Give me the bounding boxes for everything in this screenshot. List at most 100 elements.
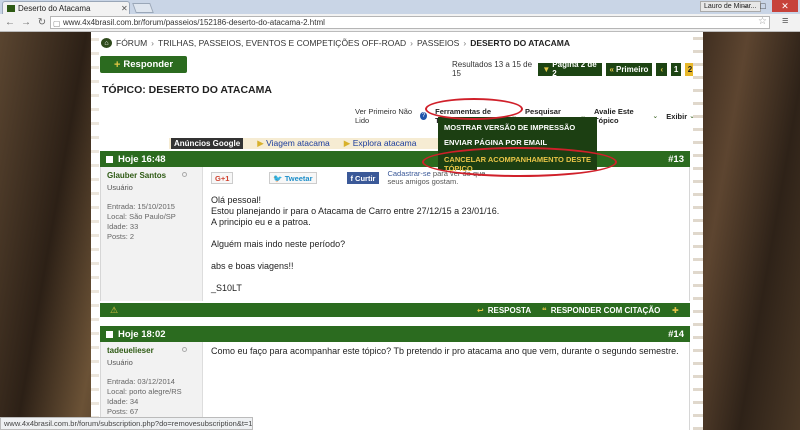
chevron-down-icon: ▼ xyxy=(542,64,551,74)
annotation-circle xyxy=(422,147,617,177)
author-posts: Posts: 2 xyxy=(107,232,135,241)
post-number[interactable]: #13 xyxy=(668,154,684,165)
twitter-bird-icon: 🐦 xyxy=(273,173,283,183)
first-page-label: Primeiro xyxy=(615,64,649,74)
back-icon[interactable]: ← xyxy=(4,17,16,28)
browser-tab[interactable]: Deserto do Atacama ✕ xyxy=(2,1,130,14)
tab-title: Deserto do Atacama xyxy=(18,3,91,13)
reply-button[interactable]: + Responder xyxy=(100,56,187,73)
breadcrumb-forum[interactable]: FÓRUM xyxy=(116,38,147,48)
plus-icon: + xyxy=(113,58,121,71)
first-page-button[interactable]: « Primeiro xyxy=(605,62,653,76)
tweet-button[interactable]: 🐦 Tweetar xyxy=(269,172,317,184)
page-selector[interactable]: ▼ Página 2 de 2 xyxy=(538,60,602,78)
bookmark-star-icon[interactable]: ☆ xyxy=(758,16,767,27)
pagination: Resultados 13 a 15 de 15 ▼ Página 2 de 2… xyxy=(452,60,695,78)
annotation-circle xyxy=(425,98,523,120)
message-line: A principio eu e a patroa. xyxy=(211,217,311,227)
page-2-current: 2 xyxy=(685,62,695,76)
post-message: Como eu faço para acompanhar este tópico… xyxy=(211,346,679,356)
breadcrumb-current: DESERTO DO ATACAMA xyxy=(470,38,570,48)
display-menu[interactable]: Exibir ⌄ xyxy=(666,112,695,121)
first-unread-label: Ver Primeiro Não Lido xyxy=(355,107,413,125)
post-author-panel: Glauber Santos Usuário Entrada: 15/10/20… xyxy=(101,167,203,301)
message-line: abs e boas viagens!! xyxy=(211,261,294,271)
browser-toolbar: ← → ↻ ▢ www.4x4brasil.com.br/forum/passe… xyxy=(0,14,800,32)
google-ads: Anúncios Google Viagem atacama Explora a… xyxy=(171,138,416,149)
prev-page-button[interactable]: ‹ xyxy=(656,62,668,76)
minimize-icon[interactable]: – xyxy=(736,0,754,12)
chevron-left-icon: ‹ xyxy=(660,64,664,74)
quick-reply-label: RESPOSTA xyxy=(487,305,532,315)
like-label: Curtir xyxy=(355,173,376,183)
tweet-label: Tweetar xyxy=(284,173,313,183)
address-text: www.4x4brasil.com.br/forum/passeios/1521… xyxy=(63,18,325,27)
reply-button-label: Responder xyxy=(123,59,174,70)
post-body: Glauber Santos Usuário Entrada: 15/10/20… xyxy=(100,167,690,301)
chevron-right-icon: › xyxy=(463,38,467,48)
page-info-icon[interactable]: ▢ xyxy=(53,18,61,30)
author-location: Local: porto alegre/RS xyxy=(107,387,182,396)
ad-link-explora[interactable]: Explora atacama xyxy=(344,138,417,149)
chevron-right-icon: › xyxy=(410,38,413,48)
message-signature: _S10LT xyxy=(211,283,242,293)
post-footer: ⚠ ↩ RESPOSTA ❝ RESPONDER COM CITAÇÃO ✚ xyxy=(100,303,690,317)
close-window-icon[interactable]: ✕ xyxy=(772,0,798,12)
breadcrumb: ⌂ FÓRUM › TRILHAS, PASSEIOS, EVENTOS E C… xyxy=(101,38,570,48)
chevron-down-icon: ⌄ xyxy=(689,113,695,120)
post-message: Olá pessoal! Estou planejando ir para o … xyxy=(211,195,499,294)
google-plus-button[interactable]: G+1 xyxy=(211,172,234,184)
author-age: Idade: 34 xyxy=(107,397,139,406)
message-line: Olá pessoal! xyxy=(211,195,262,205)
menu-item-print[interactable]: MOSTRAR VERSÃO DE IMPRESSÃO xyxy=(444,123,575,132)
chevron-right-icon: › xyxy=(151,38,155,48)
author-age: Idade: 33 xyxy=(107,222,139,231)
facebook-like-button[interactable]: f Curtir xyxy=(346,172,380,184)
page-selector-label: Página 2 de 2 xyxy=(552,60,597,78)
first-unread-link[interactable]: Ver Primeiro Não Lido ? xyxy=(355,107,428,125)
address-bar[interactable]: ▢ www.4x4brasil.com.br/forum/passeios/15… xyxy=(50,16,770,29)
breadcrumb-trilhas[interactable]: TRILHAS, PASSEIOS, EVENTOS E COMPETIÇÕES… xyxy=(158,38,406,48)
breadcrumb-passeios[interactable]: PASSEIOS xyxy=(417,38,459,48)
offline-status-icon xyxy=(182,347,187,352)
ad-link-viagem[interactable]: Viagem atacama xyxy=(257,138,330,149)
author-joined: Entrada: 03/12/2014 xyxy=(107,377,175,386)
display-label: Exibir xyxy=(666,111,688,121)
multi-quote-button[interactable]: ✚ xyxy=(672,306,679,315)
forum-home-icon[interactable]: ⌂ xyxy=(101,38,112,48)
message-line: Estou planejando ir para o Atacama de Ca… xyxy=(211,206,500,216)
post-icon xyxy=(106,155,113,163)
menu-item-email[interactable]: ENVIAR PÁGINA POR EMAIL xyxy=(444,138,547,147)
chevron-down-icon: ⌄ xyxy=(652,113,659,120)
post-time: Hoje 18:02 xyxy=(118,328,166,340)
multi-quote-plus-icon: ✚ xyxy=(672,305,679,315)
page-title: TÓPICO: DESERTO DO ATACAMA xyxy=(102,84,272,96)
reply-arrow-icon: ↩ xyxy=(477,305,484,315)
page-background: ⌂ FÓRUM › TRILHAS, PASSEIOS, EVENTOS E C… xyxy=(0,32,800,430)
quote-bubble-icon: ❝ xyxy=(542,305,547,315)
chrome-menu-icon[interactable]: ≡ xyxy=(782,15,788,27)
author-joined: Entrada: 15/10/2015 xyxy=(107,202,175,211)
offline-status-icon xyxy=(182,172,187,177)
site-favicon-icon xyxy=(7,4,15,12)
author-posts: Posts: 67 xyxy=(107,407,139,416)
maximize-icon[interactable]: □ xyxy=(754,0,772,12)
window-titlebar: Deserto do Atacama ✕ Lauro de Minar... –… xyxy=(0,0,800,14)
reload-icon[interactable]: ↻ xyxy=(36,17,48,28)
quick-reply-button[interactable]: ↩ RESPOSTA xyxy=(477,306,531,315)
close-tab-icon[interactable]: ✕ xyxy=(121,4,128,13)
post-icon xyxy=(106,330,113,338)
rate-topic-label: Avalie Este Tópico xyxy=(593,107,634,125)
forward-icon[interactable]: → xyxy=(20,17,32,28)
facebook-icon: f xyxy=(350,173,354,183)
author-role: Usuário xyxy=(107,183,133,192)
report-warning-icon[interactable]: ⚠ xyxy=(110,305,118,316)
new-tab-button[interactable] xyxy=(132,3,154,13)
reply-with-quote-button[interactable]: ❝ RESPONDER COM CITAÇÃO xyxy=(542,306,660,315)
ads-label[interactable]: Anúncios Google xyxy=(171,138,244,149)
rate-topic-menu[interactable]: Avalie Este Tópico ⌄ xyxy=(594,107,658,125)
author-location: Local: São Paulo/SP xyxy=(107,212,176,221)
double-left-icon: « xyxy=(609,64,614,74)
post-number[interactable]: #14 xyxy=(668,329,684,340)
page-1-link[interactable]: 1 xyxy=(671,62,682,76)
